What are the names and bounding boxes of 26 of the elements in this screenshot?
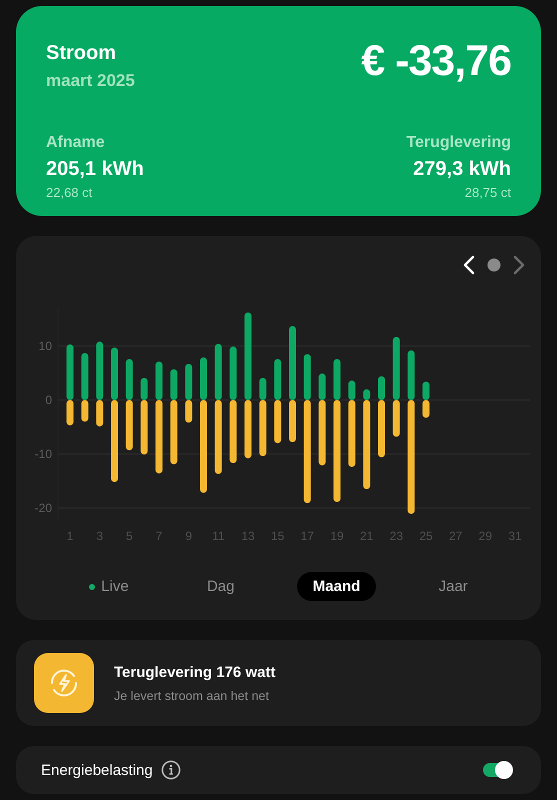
info-icon[interactable] bbox=[160, 760, 181, 780]
card-title: Stroom bbox=[46, 42, 117, 65]
setting-label: Energiebelasting bbox=[41, 762, 153, 778]
period-tab[interactable]: Dag bbox=[190, 572, 250, 601]
period-label: maart 2025 bbox=[46, 71, 135, 91]
axis-label: 0 bbox=[45, 393, 52, 407]
stat-value: 279,3 kWh bbox=[413, 158, 511, 181]
prev-chevron-icon[interactable] bbox=[463, 255, 475, 275]
stat-price: 22,68 ct bbox=[46, 185, 94, 200]
page-dot-icon bbox=[487, 258, 501, 272]
toggle-switch[interactable] bbox=[483, 763, 511, 777]
axis-label: -10 bbox=[34, 447, 52, 461]
stat-label: Afname bbox=[46, 134, 106, 152]
status-subtitle: Je levert stroom aan het net bbox=[114, 688, 270, 702]
period-tab[interactable]: Live bbox=[73, 572, 145, 601]
stat-label: Teruglevering bbox=[406, 134, 511, 152]
status-title: Teruglevering 176 watt bbox=[114, 664, 276, 680]
axis-label: 10 bbox=[38, 339, 52, 353]
live-dot-icon bbox=[89, 584, 96, 590]
energy-return-icon bbox=[34, 653, 94, 713]
period-tab[interactable]: Jaar bbox=[422, 572, 484, 601]
axis-label: -20 bbox=[34, 501, 52, 515]
stat-price: 28,75 ct bbox=[464, 185, 511, 200]
stat-value: 205,1 kWh bbox=[46, 158, 144, 181]
total-amount: € -33,76 bbox=[361, 40, 511, 83]
period-tab[interactable]: Maand bbox=[296, 572, 376, 601]
